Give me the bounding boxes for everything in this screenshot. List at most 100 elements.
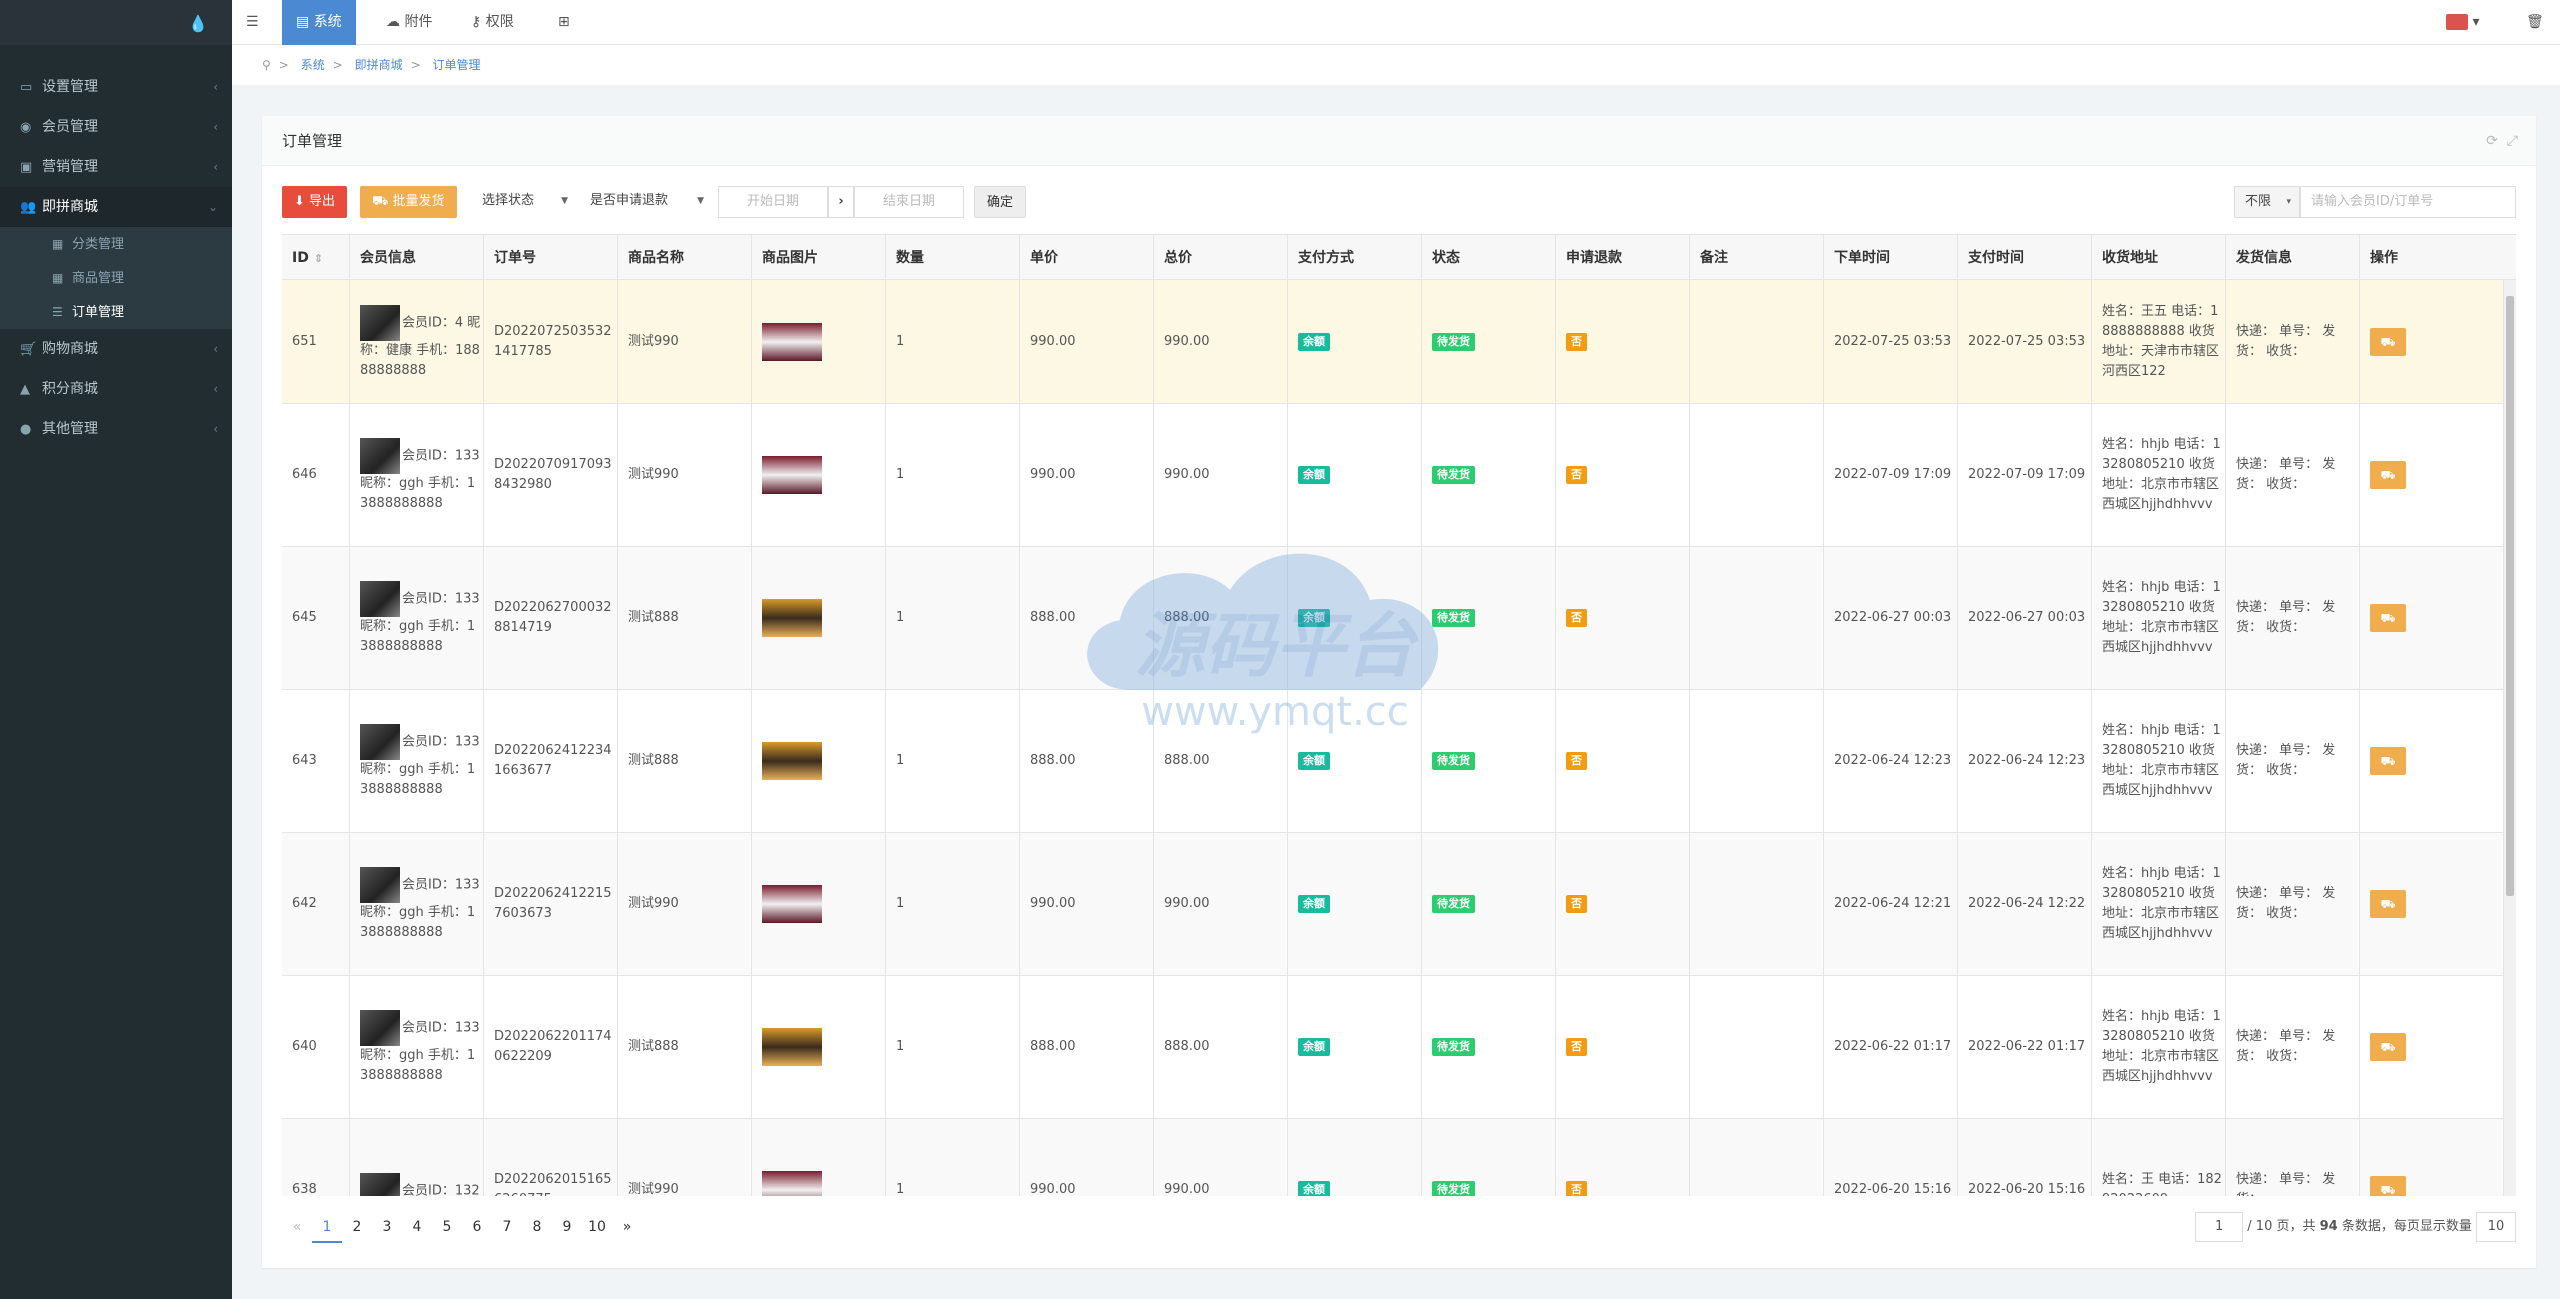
expand-icon[interactable]: ⤢ [2507,133,2518,149]
cell-image [752,690,886,832]
cell-pay-time: 2022-07-25 03:53 [1958,280,2092,403]
cell-qty: 1 [886,833,1020,975]
product-image[interactable] [762,322,822,361]
search-scope-value: 不限 [2245,194,2272,209]
tab-more[interactable]: ⊞ [544,0,584,45]
page-jump-input[interactable]: 1 [2195,1211,2244,1242]
cell-qty: 1 [886,404,1020,546]
ship-button[interactable]: ⛟ [2370,1033,2406,1061]
cell-order-no: D20220624122341663677 [484,690,618,832]
sidebar-item-members[interactable]: ◉ 会员管理 ‹ [0,107,232,147]
cell-member: 会员ID：133 昵称：ggh 手机：13888888888 [350,404,484,546]
cell-order-no-text: D20220620151656260775 [494,1172,612,1196]
cell-qty: 1 [886,976,1020,1118]
search-input[interactable]: 请输入会员ID/订单号 [2300,186,2516,218]
refresh-icon[interactable]: ⟳ [2486,133,2498,149]
water-drop-icon[interactable]: 💧 [188,14,208,33]
ship-button[interactable]: ⛟ [2370,327,2406,356]
page-number[interactable]: 4 [402,1211,432,1243]
sidebar-item-settings[interactable]: ▭ 设置管理 ‹ [0,67,232,107]
breadcrumb-link[interactable]: 即拼商城 [355,58,403,72]
cell-member: 会员ID：132 [350,1119,484,1196]
scrollbar-thumb[interactable] [2506,296,2514,896]
sidebar-item-other[interactable]: ● 其他管理 ‹ [0,409,232,449]
table-row[interactable]: 638 会员ID：132 D20220620151656260775 测试990 1 99… [282,1119,2516,1196]
product-image[interactable] [762,456,822,494]
refund-select[interactable]: 是否申请退款 ▼ [580,186,712,218]
breadcrumb-link[interactable]: 系统 [301,58,325,72]
sidebar-item-group-mall[interactable]: 👥 即拼商城 ⌄ [0,187,232,227]
page-number[interactable]: 3 [372,1211,402,1243]
page-number[interactable]: 5 [432,1211,462,1243]
next-page-button[interactable]: » [612,1211,642,1243]
product-image[interactable] [762,1171,822,1196]
tab-permission[interactable]: ⚷ 权限 [457,0,528,45]
cell-qty-text: 1 [896,467,905,482]
table-row[interactable]: 642 会员ID：133 昵称：ggh 手机：13888888888 D202206… [282,833,2516,976]
search-scope-select[interactable]: 不限 ▾ [2234,186,2300,218]
table-row[interactable]: 651 会员ID：4 昵称：健康 手机：18888888888 D202207250… [282,280,2516,404]
sidebar-subitem-orders[interactable]: ☰ 订单管理 [0,295,232,329]
table-row[interactable]: 640 会员ID：133 昵称：ggh 手机：13888888888 D202206… [282,976,2516,1119]
product-image[interactable] [762,1028,822,1066]
product-image[interactable] [762,885,822,923]
table-row[interactable]: 643 会员ID：133 昵称：ggh 手机：13888888888 D202206… [282,690,2516,833]
table-row[interactable]: 646 会员ID：133 昵称：ggh 手机：13888888888 D202207… [282,404,2516,547]
batch-ship-button[interactable]: ⛟ 批量发货 [360,186,457,218]
page-number[interactable]: 2 [342,1211,372,1243]
scrollbar[interactable] [2504,280,2516,1196]
col-label: 备注 [1700,250,1728,266]
page-number[interactable]: 10 [582,1211,612,1243]
cell-remark [1690,1119,1824,1196]
confirm-button[interactable]: 确定 [974,186,1027,218]
col-id[interactable]: ID ⇕ [282,235,350,281]
users-icon: 👥 [20,200,37,215]
page-number[interactable]: 7 [492,1211,522,1243]
cell-product-text: 测试990 [628,1182,679,1196]
sidebar-subitem-products[interactable]: ▦ 商品管理 [0,261,232,295]
product-image[interactable] [762,599,822,637]
tab-attachment[interactable]: ☁ 附件 [372,0,446,45]
end-date-placeholder: 结束日期 [882,194,935,209]
page-number[interactable]: 8 [522,1211,552,1243]
sidebar-item-marketing[interactable]: ▣ 营销管理 ‹ [0,147,232,187]
cell-address: 姓名：hhjb 电话：13280805210 收货地址：北京市市辖区西城区hjj… [2092,833,2226,975]
page-number[interactable]: 9 [552,1211,582,1243]
cell-price: 990.00 [1020,404,1154,546]
cell-order-time-text: 2022-07-25 03:53 [1834,333,1952,349]
cell-id-text: 646 [292,467,317,482]
sidebar-item-points-mall[interactable]: ▲ 积分商城 ‹ [0,369,232,409]
tab-system[interactable]: ▤ 系统 [282,0,356,45]
ship-button[interactable]: ⛟ [2370,604,2406,632]
trash-button[interactable]: 🗑 [2512,0,2558,45]
cell-ship: 快递： 单号： 发货： 收货： [2226,976,2360,1118]
user-menu[interactable]: ▾ [2432,0,2493,45]
start-date-input[interactable]: 开始日期 [718,186,828,218]
sidebar-item-shop[interactable]: 🛒 购物商城 ‹ [0,329,232,369]
page-number[interactable]: 1 [312,1211,342,1243]
tab-label: 权限 [485,14,514,30]
search-placeholder: 请输入会员ID/订单号 [2311,194,2434,209]
cell-order-no-text: D20220725035321417785 [494,323,612,359]
end-date-input[interactable]: 结束日期 [854,186,964,218]
ship-button[interactable]: ⛟ [2370,1176,2406,1196]
ship-button[interactable]: ⛟ [2370,890,2406,918]
prev-page-button[interactable]: « [282,1211,312,1243]
product-image[interactable] [762,742,822,780]
menu-toggle-button[interactable]: ☰ [232,0,273,45]
ship-button[interactable]: ⛟ [2370,461,2406,489]
cell-address-text: 姓名：王五 电话：18888888888 收货地址：天津市市辖区河西区122 [2102,303,2220,379]
status-select[interactable]: 选择状态 ▼ [472,186,576,218]
table-row[interactable]: 645 会员ID：133 昵称：ggh 手机：13888888888 D202206… [282,547,2516,690]
page-number[interactable]: 6 [462,1211,492,1243]
cell-remark [1690,547,1824,689]
export-button[interactable]: ⬇ 导出 [282,186,348,218]
sidebar-menu: ▭ 设置管理 ‹ ◉ 会员管理 ‹ ▣ 营销管理 ‹ 👥 即拼商城 ⌄ ▦ 分类管理 ▦ 商品管理 … [0,67,232,449]
cell-actions: ⛟ [2360,404,2504,546]
comment-icon: ● [20,422,32,437]
sidebar-subitem-category[interactable]: ▦ 分类管理 [0,227,232,261]
page-size-input[interactable]: 10 [2476,1211,2516,1242]
cell-address: 姓名：hhjb 电话：13280805210 收货地址：北京市市辖区西城区hjj… [2092,404,2226,546]
ship-button[interactable]: ⛟ [2370,747,2406,775]
status-badge: 待发货 [1432,752,1475,770]
